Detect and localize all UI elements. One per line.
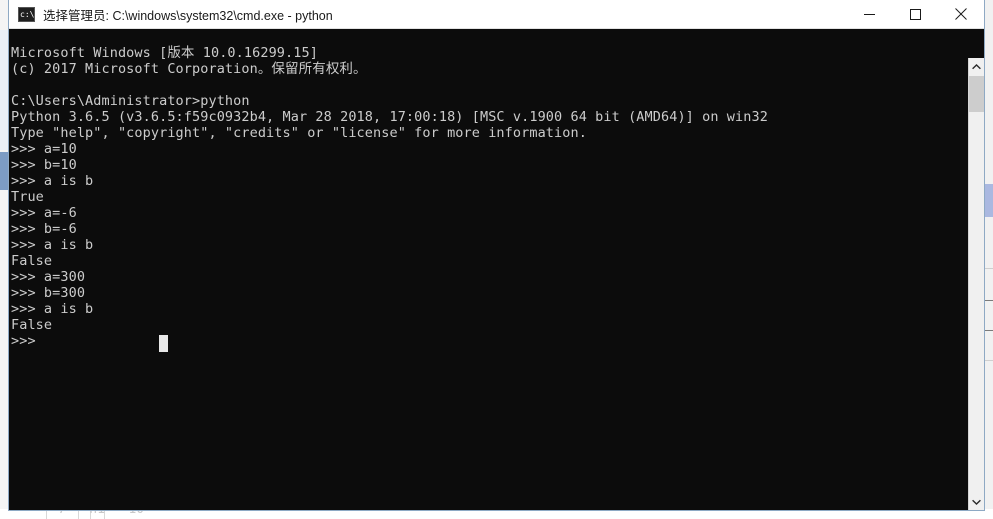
chevron-up-icon[interactable] [969,58,984,75]
scrollbar-track[interactable] [969,75,984,493]
console-bottom-edge [9,506,984,510]
background-left-scroll-thumb[interactable] [0,152,8,190]
window-controls [846,0,984,29]
console-text: Microsoft Windows [版本 10.0.16299.15] (c)… [11,44,768,349]
console-output-area[interactable]: Microsoft Windows [版本 10.0.16299.15] (c)… [9,29,984,510]
background-right-tick [985,330,993,331]
text-cursor [159,335,168,352]
window-title: 选择管理员: C:\windows\system32\cmd.exe - pyt… [43,8,333,23]
minimize-button[interactable] [846,0,892,29]
background-right-tick [985,360,993,361]
cmd-window: 选择管理员: C:\windows\system32\cmd.exe - pyt… [8,0,985,511]
close-button[interactable] [938,0,984,29]
console-scrollbar[interactable] [968,58,984,510]
background-window-right [984,0,993,519]
title-bar[interactable]: 选择管理员: C:\windows\system32\cmd.exe - pyt… [9,0,984,29]
maximize-button[interactable] [892,0,938,29]
desktop-background: 7 n1 = 10 选择管理员: C:\windows\system32\cmd… [0,0,993,519]
background-left-scroll-track [0,30,8,150]
background-right-scroll-thumb[interactable] [985,184,993,217]
cmd-icon [18,6,35,22]
scrollbar-thumb[interactable] [969,76,984,112]
chevron-down-icon[interactable] [969,493,984,510]
background-right-tick [985,268,993,269]
background-right-tick [985,300,993,301]
